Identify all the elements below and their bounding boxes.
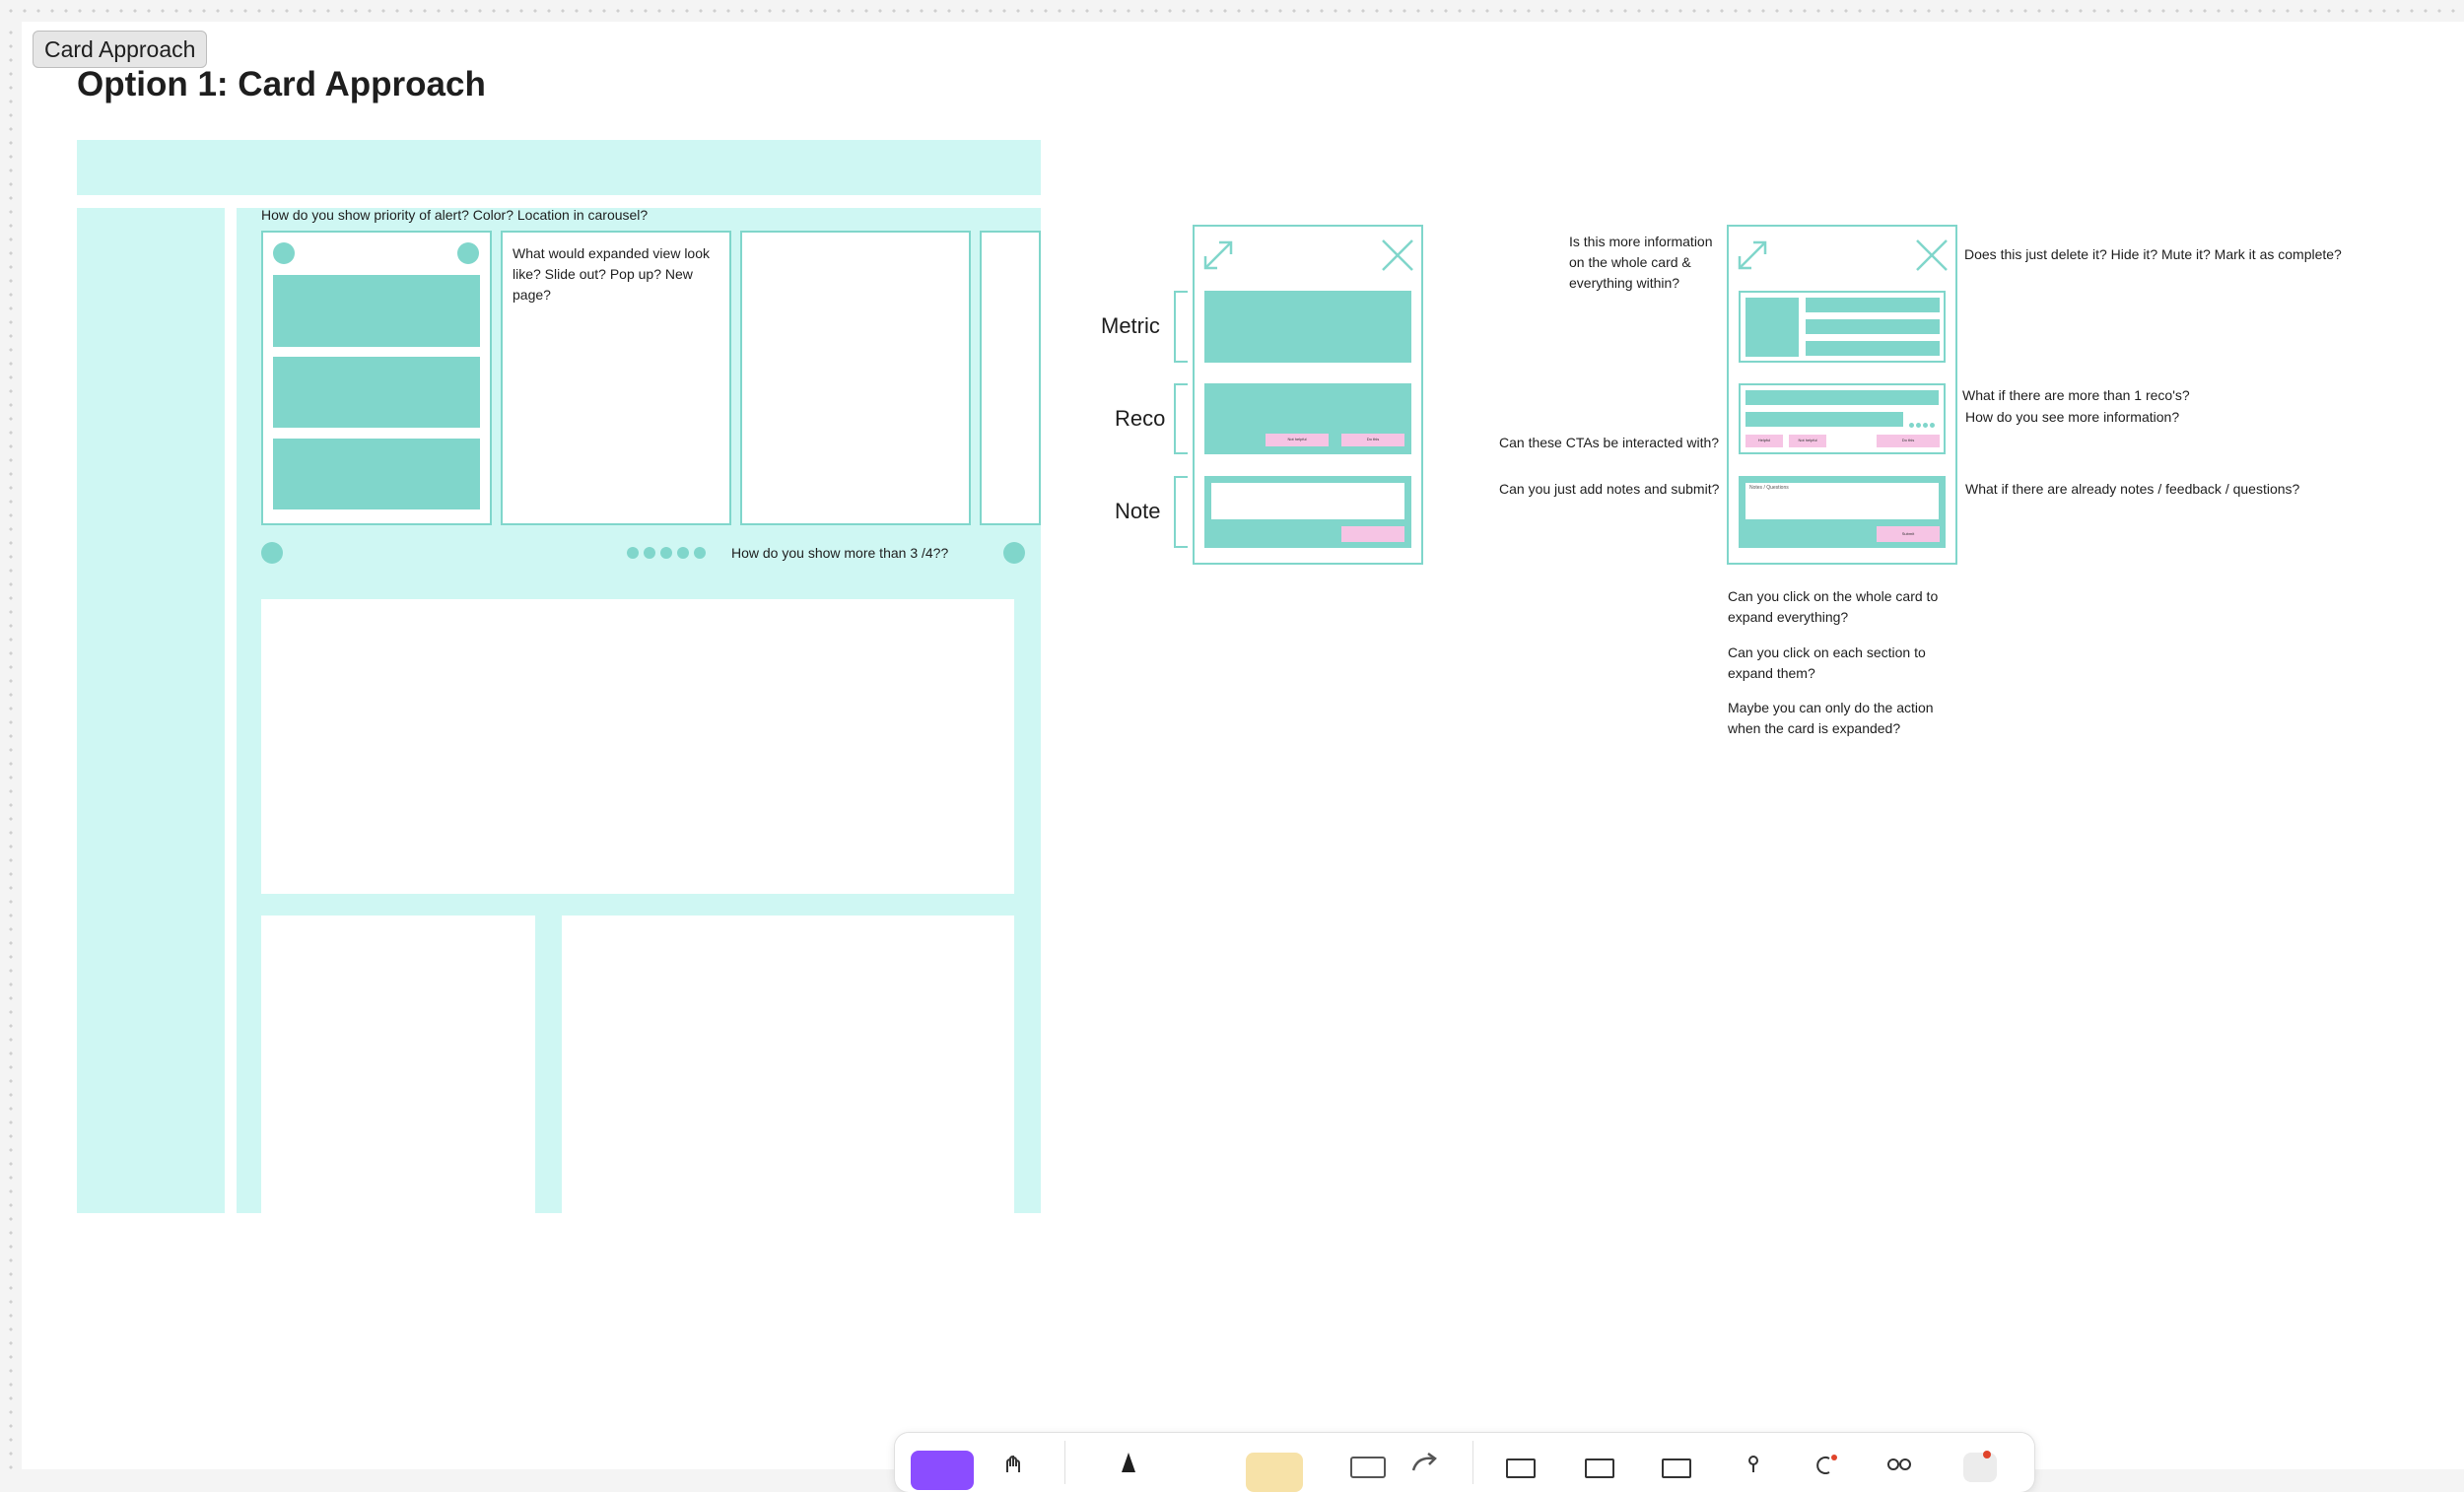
bracket-reco xyxy=(1174,383,1188,454)
annotation-delete: Does this just delete it? Hide it? Mute … xyxy=(1964,246,2342,262)
do-this-button[interactable]: Do this xyxy=(1341,434,1404,446)
annotation-click-section: Can you click on each section to expand … xyxy=(1728,644,1926,681)
reco-more-dot-1[interactable] xyxy=(1909,423,1914,428)
annotation-more-info: Is this more information on the whole ca… xyxy=(1569,234,1713,291)
priority-dot-right xyxy=(457,242,479,264)
bottom-toolbar xyxy=(895,1433,2034,1492)
annotation-existing-notes: What if there are already notes / feedba… xyxy=(1965,481,2300,497)
metric-section[interactable] xyxy=(1204,291,1411,363)
annotation-more-recos: What if there are more than 1 reco's? xyxy=(1962,387,2190,403)
reco-line-2 xyxy=(1745,412,1903,427)
frame-label[interactable]: Card Approach xyxy=(33,31,208,68)
canvas-dot-grid-top xyxy=(0,0,2464,22)
table-icon[interactable] xyxy=(1506,1458,1536,1478)
do-this-button[interactable]: Do this xyxy=(1877,435,1940,447)
card-1-block-3 xyxy=(273,439,480,509)
reco-line-1 xyxy=(1745,390,1939,405)
wireframe-left-nav xyxy=(77,208,225,1213)
note-submit-button[interactable] xyxy=(1341,526,1404,542)
content-panel-bottom-right xyxy=(562,916,1014,1213)
label-note: Note xyxy=(1115,499,1161,523)
expand-icon[interactable] xyxy=(1201,238,1235,272)
content-panel-bottom-left xyxy=(261,916,535,1213)
pagination-dot-2[interactable] xyxy=(644,547,655,559)
close-icon[interactable] xyxy=(1381,238,1414,272)
pagination-dot-5[interactable] xyxy=(694,547,706,559)
toolbar-divider xyxy=(1064,1441,1065,1484)
note-input[interactable] xyxy=(1211,483,1404,519)
carousel-card-4[interactable] xyxy=(980,231,1041,525)
annotation-ctas: Can these CTAs be interacted with? xyxy=(1499,435,1720,450)
section-icon[interactable] xyxy=(1585,1458,1614,1478)
stamp-icon[interactable] xyxy=(1739,1455,1768,1474)
reco-more-dot-4[interactable] xyxy=(1930,423,1935,428)
move-tool-icon[interactable] xyxy=(911,1451,974,1490)
question-expanded-view: What would expanded view look like? Slid… xyxy=(513,245,711,303)
pen-tool-icon[interactable] xyxy=(1114,1453,1143,1472)
layout-icon[interactable] xyxy=(1662,1458,1691,1478)
label-reco: Reco xyxy=(1115,406,1166,431)
annotation-add-notes: Can you just add notes and submit? xyxy=(1499,481,1720,497)
reco-more-dot-2[interactable] xyxy=(1916,423,1921,428)
priority-dot-left xyxy=(273,242,295,264)
carousel-next-dot[interactable] xyxy=(1003,542,1025,564)
record-indicator xyxy=(1983,1451,1991,1458)
metric-line-3 xyxy=(1806,341,1940,356)
reco-more-dot-3[interactable] xyxy=(1923,423,1928,428)
carousel-card-3[interactable] xyxy=(740,231,971,525)
canvas-dot-grid-left xyxy=(0,22,22,1469)
not-helpful-button[interactable]: Not helpful xyxy=(1789,435,1826,447)
pagination-dot-4[interactable] xyxy=(677,547,689,559)
record-icon[interactable] xyxy=(1963,1451,1997,1482)
metric-line-2 xyxy=(1806,319,1940,334)
widget-icon[interactable] xyxy=(1812,1455,1841,1474)
label-metric: Metric xyxy=(1101,313,1160,338)
wireframe-header-bar xyxy=(77,140,1041,195)
annotation-click-whole: Can you click on the whole card to expan… xyxy=(1728,588,1939,625)
connector-icon[interactable] xyxy=(1411,1453,1441,1472)
helpful-button[interactable]: Helpful xyxy=(1745,435,1783,447)
expand-icon[interactable] xyxy=(1736,238,1769,272)
more-icon[interactable] xyxy=(1884,1455,1914,1474)
card-1-block-1 xyxy=(273,275,480,347)
question-priority: How do you show priority of alert? Color… xyxy=(261,207,649,223)
notes-input[interactable]: Notes / Questions xyxy=(1745,483,1939,519)
close-icon[interactable] xyxy=(1915,238,1949,272)
shape-tool-icon[interactable] xyxy=(1350,1457,1386,1478)
card-1-block-2 xyxy=(273,357,480,428)
carousel-prev-dot[interactable] xyxy=(261,542,283,564)
pagination-dot-1[interactable] xyxy=(627,547,639,559)
bracket-metric xyxy=(1174,291,1188,363)
content-panel-large xyxy=(261,599,1014,894)
sticky-note-icon[interactable] xyxy=(1246,1453,1303,1492)
page-title: Option 1: Card Approach xyxy=(77,65,486,103)
pagination-dot-3[interactable] xyxy=(660,547,672,559)
hand-tool-icon[interactable] xyxy=(999,1455,1029,1474)
toolbar-divider xyxy=(1472,1441,1473,1484)
metric-thumbnail xyxy=(1745,298,1799,357)
annotation-see-more: How do you see more information? xyxy=(1965,409,2180,425)
annotation-action-expanded: Maybe you can only do the action when th… xyxy=(1728,700,1934,736)
metric-line-1 xyxy=(1806,298,1940,312)
not-helpful-button[interactable]: Not helpful xyxy=(1266,434,1329,446)
question-show-more: How do you show more than 3 /4?? xyxy=(731,545,949,561)
bracket-note xyxy=(1174,476,1188,548)
submit-button[interactable]: Submit xyxy=(1877,526,1940,542)
